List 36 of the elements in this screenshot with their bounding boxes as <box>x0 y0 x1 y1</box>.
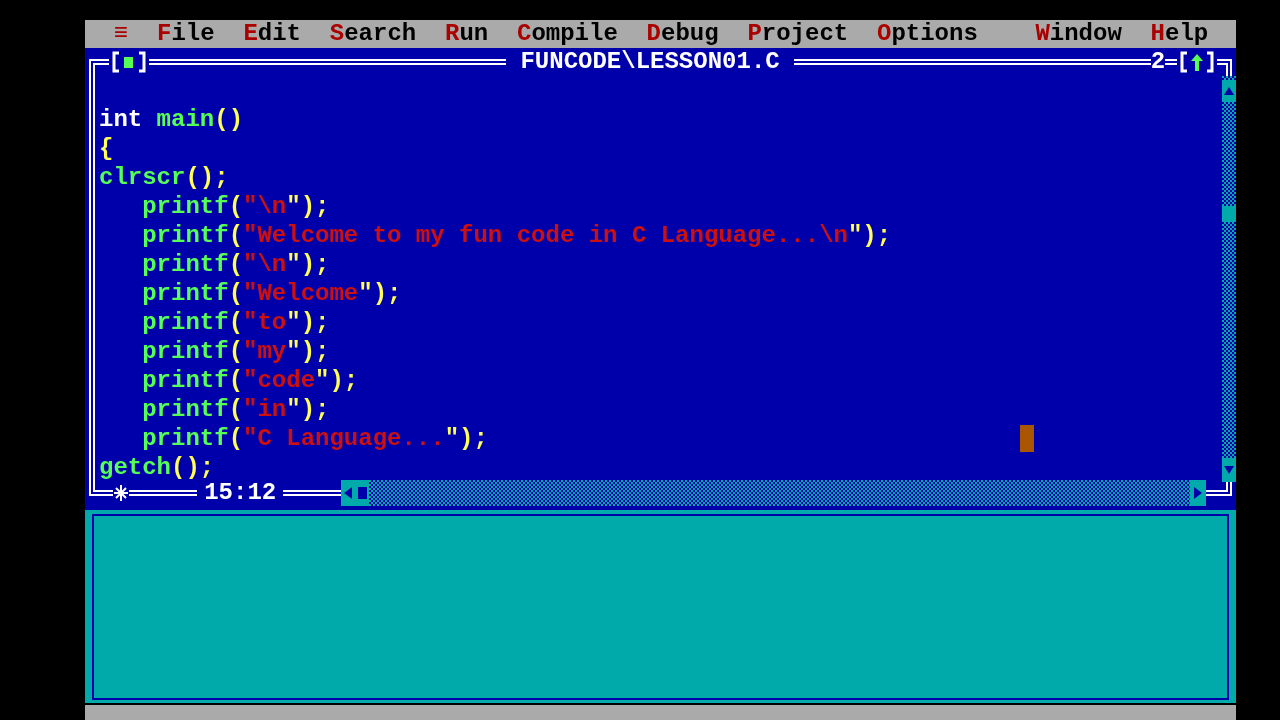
menu-item[interactable]: Options <box>862 20 993 48</box>
code-line: printf("C Language..."); <box>141 424 488 453</box>
code-line: printf("to"); <box>141 308 330 337</box>
scroll-up-button[interactable] <box>1222 80 1236 102</box>
menu-item[interactable]: Search <box>315 20 431 48</box>
code-line: printf("\n"); <box>141 250 330 279</box>
scroll-thumb[interactable] <box>1222 206 1236 222</box>
code-line: printf("my"); <box>141 337 330 366</box>
code-line: getch(); <box>99 453 215 482</box>
scroll-left-button[interactable] <box>343 486 353 500</box>
scroll-right-button[interactable] <box>1190 480 1206 506</box>
code-line: printf("code"); <box>141 366 359 395</box>
code-line: printf("\n"); <box>141 192 330 221</box>
menu-item[interactable]: Run <box>430 20 503 48</box>
menu-item[interactable]: Project <box>733 20 863 48</box>
menu-item[interactable]: Window <box>1021 20 1137 48</box>
right-arrow-icon <box>1193 486 1203 500</box>
horizontal-scrollbar[interactable] <box>341 480 1206 506</box>
code-line: { <box>99 134 114 163</box>
menu-item[interactable]: Debug <box>632 20 733 48</box>
vertical-scrollbar[interactable] <box>1222 76 1236 482</box>
text-cursor <box>1020 425 1034 452</box>
star-icon <box>113 484 129 502</box>
code-line: printf("Welcome to my fun code in C Language...\n"); <box>141 221 892 250</box>
scroll-thumb[interactable] <box>358 487 367 499</box>
menu-item[interactable]: Edit <box>229 20 316 48</box>
scroll-down-button[interactable] <box>1222 458 1236 482</box>
code-line: int main() <box>99 105 244 134</box>
up-arrow-icon <box>1223 86 1235 96</box>
menu-item[interactable]: Help <box>1136 20 1223 48</box>
down-arrow-icon <box>1223 465 1235 475</box>
code-line: clrscr(); <box>99 163 229 192</box>
menu-item[interactable]: File <box>142 20 229 48</box>
code-line: printf("Welcome"); <box>141 279 402 308</box>
code-line: printf("in"); <box>141 395 330 424</box>
menu-item[interactable]: Compile <box>502 20 633 48</box>
